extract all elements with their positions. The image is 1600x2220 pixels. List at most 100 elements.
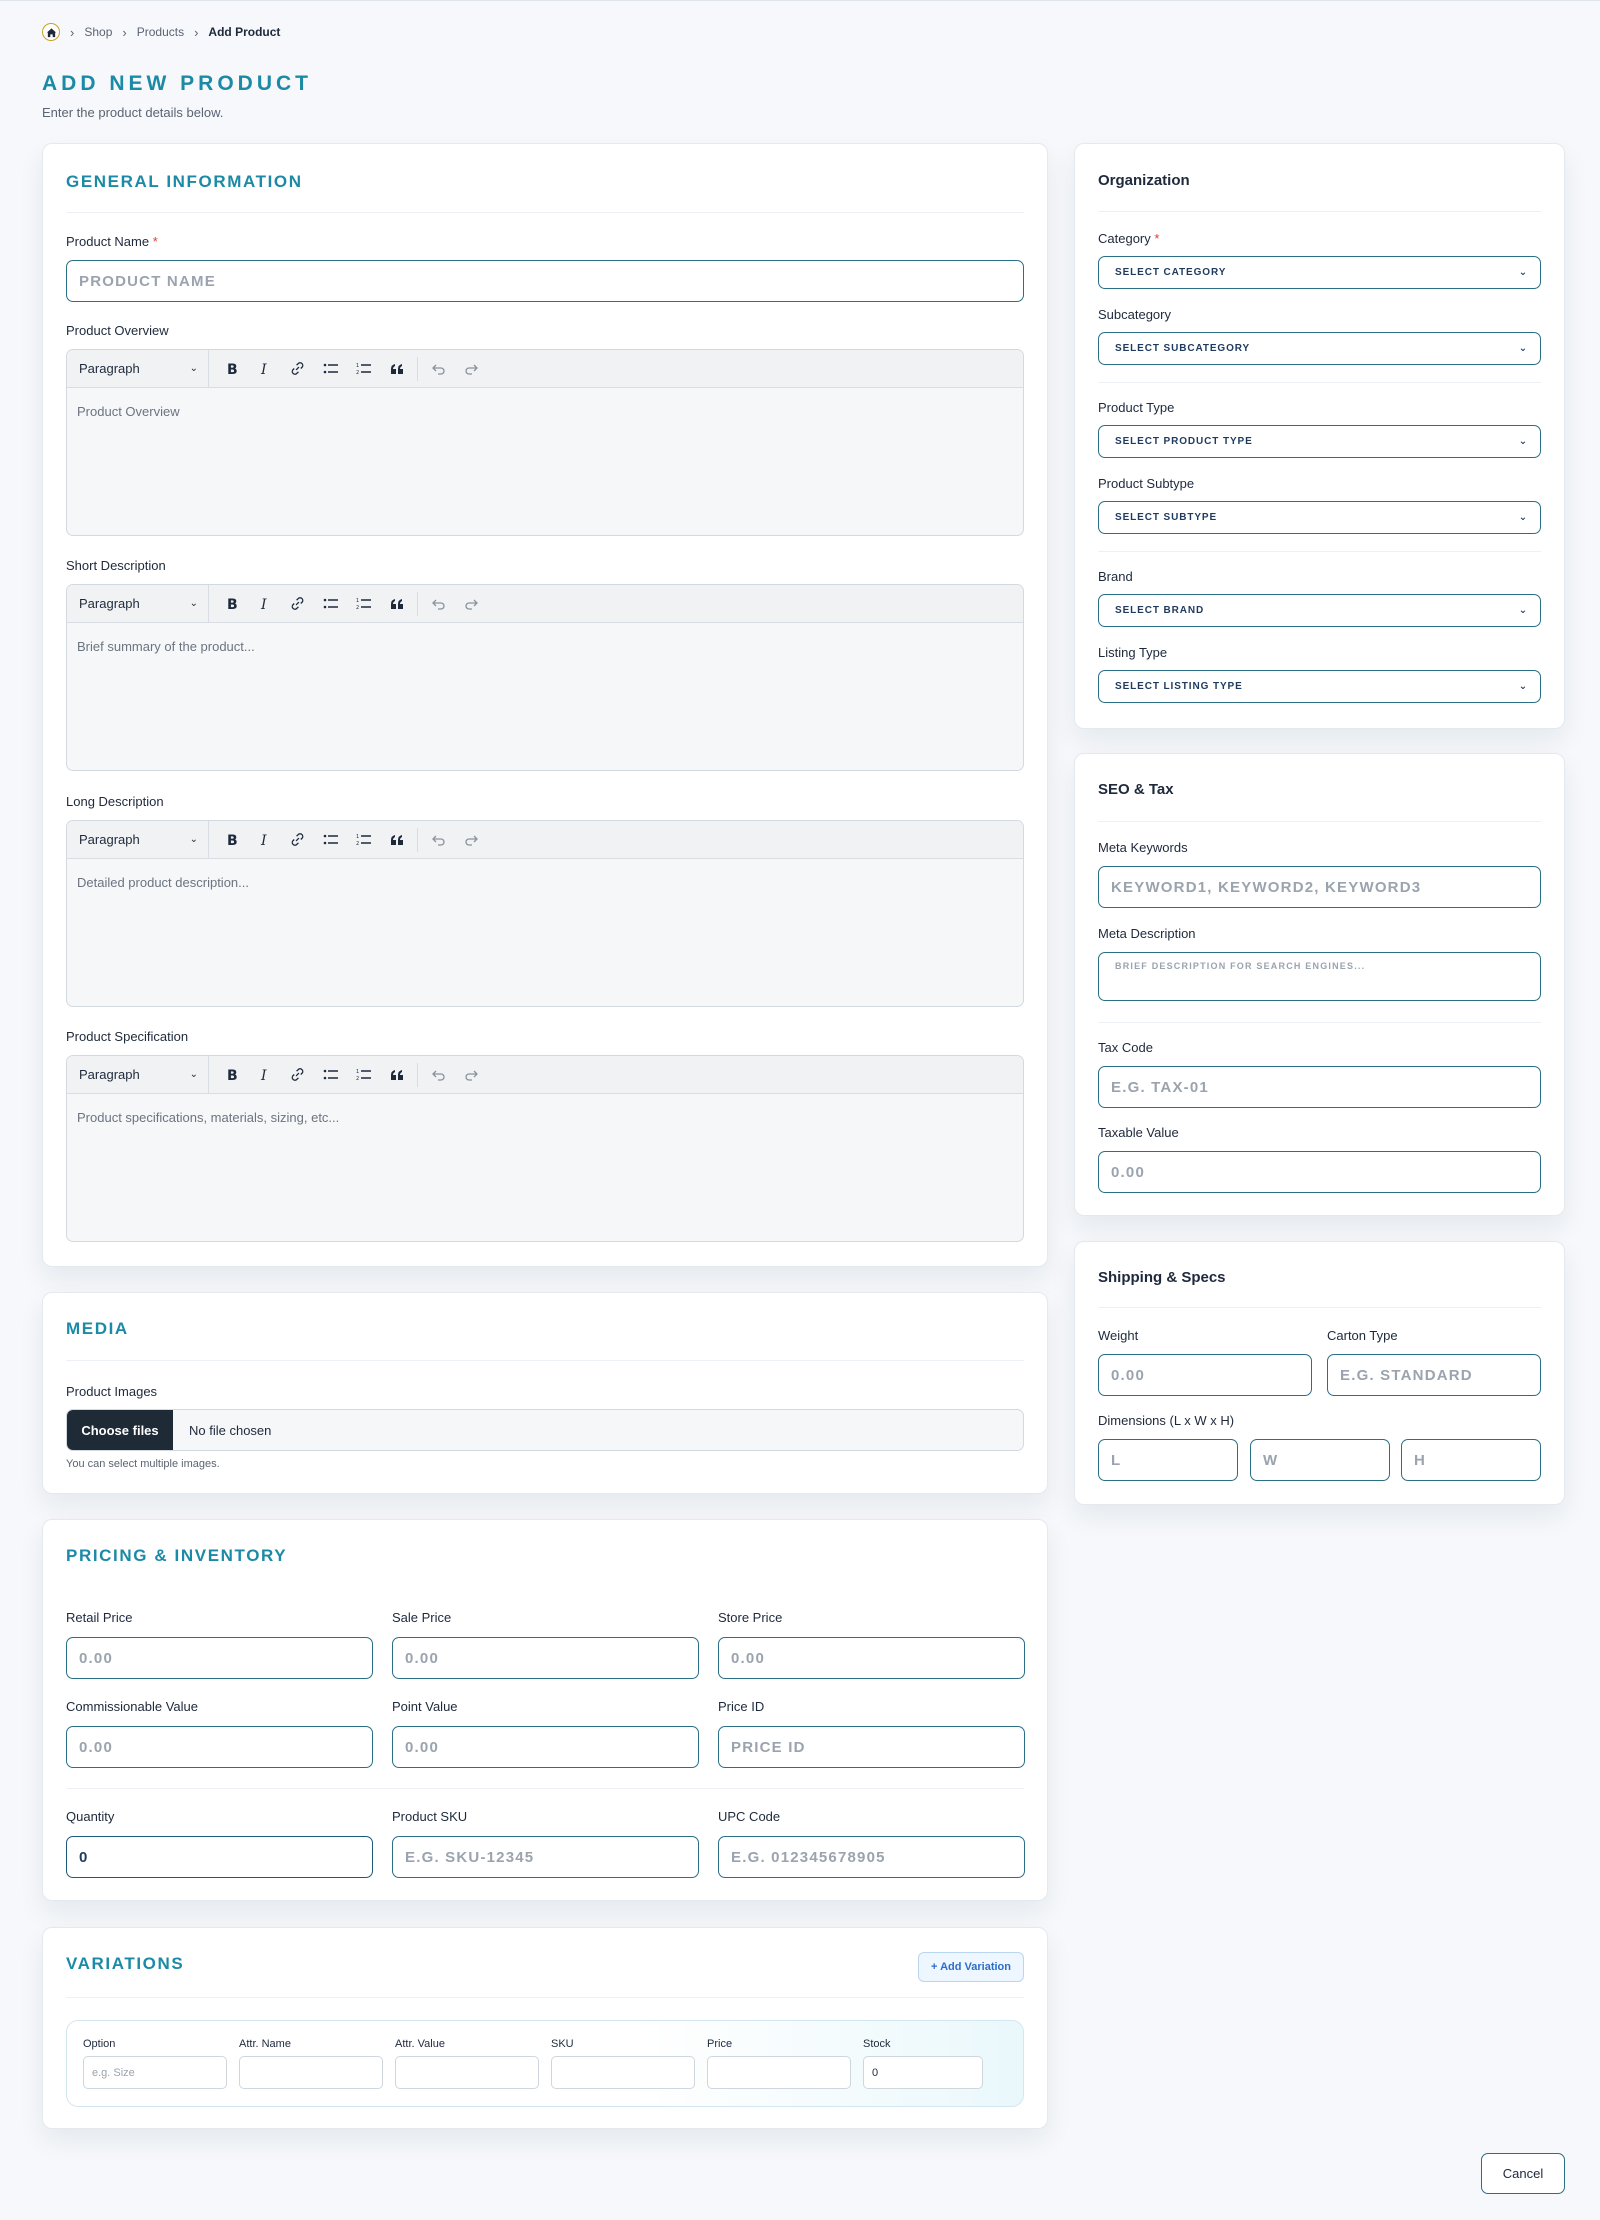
format-select[interactable]: Paragraph ⌄ [79,821,209,859]
redo-icon[interactable] [455,350,488,388]
redo-icon[interactable] [455,585,488,623]
bullet-list-icon[interactable] [314,585,347,623]
numbered-list-icon[interactable]: 12 [347,585,380,623]
numbered-list-icon[interactable]: 12 [347,821,380,859]
product-images-file-input[interactable]: Choose files No file chosen [66,1409,1024,1451]
category-select[interactable]: SELECT CATEGORY ⌄ [1098,256,1541,289]
sale-price-input[interactable] [392,1637,699,1679]
organization-title: Organization [1098,172,1190,189]
product-subtype-select[interactable]: SELECT SUBTYPE ⌄ [1098,501,1541,534]
quote-icon[interactable] [380,585,413,623]
meta-keywords-input[interactable] [1098,866,1541,908]
shipping-specs-card: Shipping & Specs Weight Carton Type Dime… [1074,1241,1565,1505]
svg-text:2: 2 [356,1076,359,1082]
weight-label: Weight [1098,1328,1139,1343]
quote-icon[interactable] [380,350,413,388]
product-overview-editor[interactable]: Paragraph ⌄ B I 12 Product Overview [66,349,1024,536]
italic-icon[interactable]: I [248,350,281,388]
upc-code-input[interactable] [718,1836,1025,1878]
svg-text:I: I [260,833,267,847]
italic-icon[interactable]: I [248,821,281,859]
undo-icon[interactable] [422,585,455,623]
commissionable-value-input[interactable] [66,1726,373,1768]
price-id-input[interactable] [718,1726,1025,1768]
commissionable-value-label: Commissionable Value [66,1699,198,1714]
short-description-editor[interactable]: Paragraph ⌄ B I 12 Brief summary of the p… [66,584,1024,771]
long-description-editor[interactable]: Paragraph ⌄ B I 12 Detailed product descr… [66,820,1024,1007]
quote-icon[interactable] [380,1056,413,1094]
italic-icon[interactable]: I [248,585,281,623]
add-variation-button[interactable]: + Add Variation [918,1952,1024,1982]
dimension-width-input[interactable] [1250,1439,1390,1481]
undo-icon[interactable] [422,1056,455,1094]
brand-select[interactable]: SELECT BRAND ⌄ [1098,594,1541,627]
meta-description-textarea[interactable] [1098,952,1541,1001]
svg-text:B: B [227,1068,238,1082]
product-specification-editor[interactable]: Paragraph ⌄ B I 12 Product specifications… [66,1055,1024,1242]
sku-input[interactable] [551,2056,695,2089]
point-value-label: Point Value [392,1699,458,1714]
product-sku-input[interactable] [392,1836,699,1878]
retail-price-input[interactable] [66,1637,373,1679]
bullet-list-icon[interactable] [314,350,347,388]
chevron-down-icon: ⌄ [189,363,198,374]
choose-files-button[interactable]: Choose files [67,1410,173,1450]
undo-icon[interactable] [422,350,455,388]
stock-input[interactable]: 0 [863,2056,983,2089]
subcategory-select[interactable]: SELECT SUBCATEGORY ⌄ [1098,332,1541,365]
link-icon[interactable] [281,350,314,388]
dimension-height-input[interactable] [1401,1439,1541,1481]
shipping-specs-title: Shipping & Specs [1098,1269,1226,1286]
dimensions-label: Dimensions (L x W x H) [1098,1413,1235,1428]
product-name-input[interactable] [66,260,1024,302]
bold-icon[interactable]: B [215,1056,248,1094]
tax-code-input[interactable] [1098,1066,1541,1108]
product-type-select[interactable]: SELECT PRODUCT TYPE ⌄ [1098,425,1541,458]
weight-input[interactable] [1098,1354,1312,1396]
breadcrumb-products[interactable]: Products [137,25,184,39]
link-icon[interactable] [281,1056,314,1094]
chevron-down-icon: ⌄ [189,834,198,845]
bullet-list-icon[interactable] [314,1056,347,1094]
format-select[interactable]: Paragraph ⌄ [79,350,209,388]
link-icon[interactable] [281,821,314,859]
chevron-down-icon: ⌄ [1518,267,1528,278]
bullet-list-icon[interactable] [314,821,347,859]
home-icon[interactable] [42,23,60,41]
redo-icon[interactable] [455,1056,488,1094]
quote-icon[interactable] [380,821,413,859]
variations-card: VARIATIONS + Add Variation Option Attr. … [42,1927,1048,2129]
stock-column-label: Stock [863,2038,891,2050]
redo-icon[interactable] [455,821,488,859]
listing-type-select[interactable]: SELECT LISTING TYPE ⌄ [1098,670,1541,703]
chevron-right-icon: › [194,24,199,40]
dimension-length-input[interactable] [1098,1439,1238,1481]
variations-title: VARIATIONS [66,1954,185,1973]
taxable-value-input[interactable] [1098,1151,1541,1193]
bold-icon[interactable]: B [215,585,248,623]
short-description-label: Short Description [66,558,166,573]
italic-icon[interactable]: I [248,1056,281,1094]
format-select[interactable]: Paragraph ⌄ [79,585,209,623]
pricing-inventory-card: PRICING & INVENTORY Retail Price Sale Pr… [42,1519,1048,1901]
carton-type-input[interactable] [1327,1354,1541,1396]
point-value-input[interactable] [392,1726,699,1768]
divider [1098,1022,1541,1023]
cancel-button[interactable]: Cancel [1481,2153,1565,2194]
breadcrumb-shop[interactable]: Shop [84,25,112,39]
product-type-select-value: SELECT PRODUCT TYPE [1115,436,1253,447]
option-input[interactable]: e.g. Size [83,2056,227,2089]
quantity-input[interactable] [66,1836,373,1878]
numbered-list-icon[interactable]: 12 [347,350,380,388]
bold-icon[interactable]: B [215,821,248,859]
attr-value-input[interactable] [395,2056,539,2089]
link-icon[interactable] [281,585,314,623]
store-price-input[interactable] [718,1637,1025,1679]
format-select[interactable]: Paragraph ⌄ [79,1056,209,1094]
attr-name-input[interactable] [239,2056,383,2089]
bold-icon[interactable]: B [215,350,248,388]
undo-icon[interactable] [422,821,455,859]
numbered-list-icon[interactable]: 12 [347,1056,380,1094]
toolbar-divider [417,1062,418,1087]
price-input[interactable] [707,2056,851,2089]
